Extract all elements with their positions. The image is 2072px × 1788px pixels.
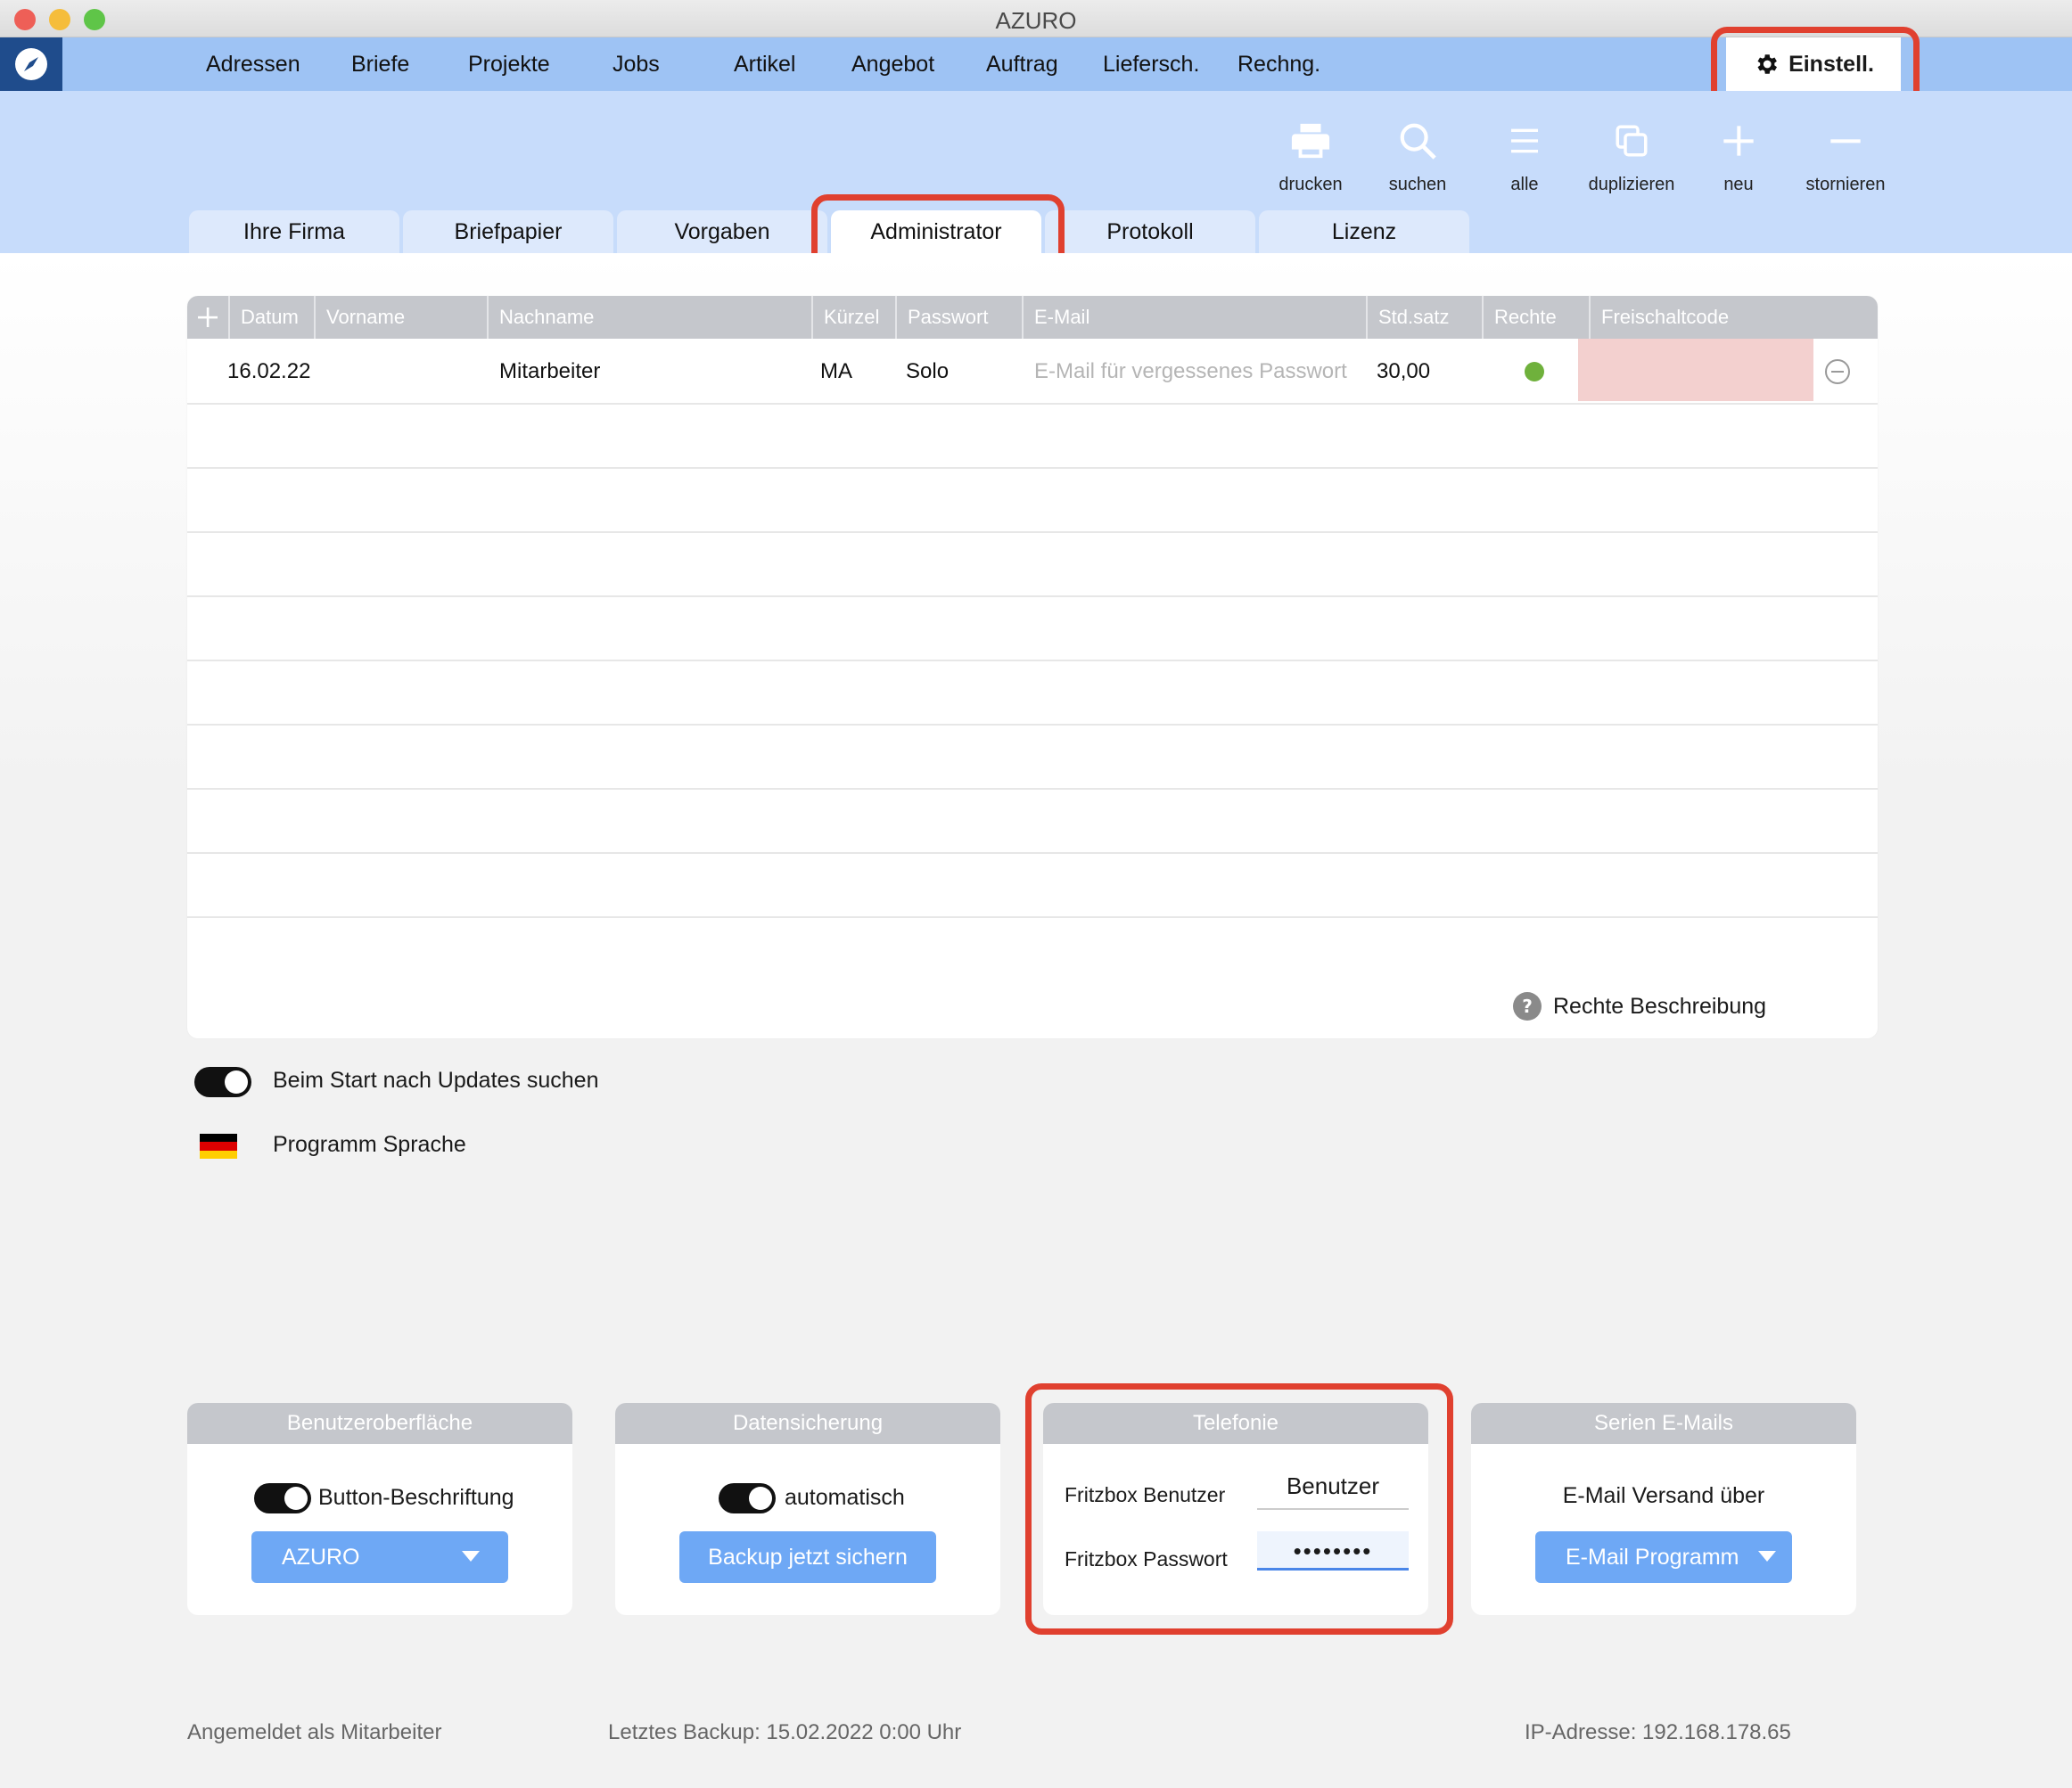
- status-logged-in: Angemeldet als Mitarbeiter: [187, 1720, 442, 1744]
- print-button[interactable]: drucken: [1257, 114, 1364, 195]
- cell-email[interactable]: E-Mail für vergessenes Passwort: [1034, 339, 1347, 405]
- search-button[interactable]: suchen: [1364, 114, 1471, 195]
- cell-datum[interactable]: 16.02.22: [227, 339, 310, 405]
- menu-item-rechnung[interactable]: Rechng.: [1237, 37, 1320, 91]
- cell-nachname[interactable]: Mitarbeiter: [499, 339, 600, 405]
- list-icon: [1511, 128, 1538, 153]
- column-header-email[interactable]: E-Mail: [1022, 296, 1366, 339]
- auto-backup-toggle[interactable]: [719, 1483, 776, 1513]
- new-button[interactable]: neu: [1685, 114, 1792, 195]
- menu-item-projekte[interactable]: Projekte: [468, 37, 550, 91]
- cell-freischaltcode[interactable]: [1578, 339, 1813, 401]
- tab-briefpapier[interactable]: Briefpapier: [403, 210, 613, 253]
- menu-item-jobs[interactable]: Jobs: [613, 37, 660, 91]
- print-icon: [1291, 123, 1330, 159]
- cancel-button[interactable]: stornieren: [1792, 114, 1899, 195]
- remove-row-button[interactable]: [1824, 358, 1851, 385]
- search-icon: [1400, 123, 1436, 160]
- cell-stdsatz[interactable]: 30,00: [1377, 339, 1430, 405]
- backup-now-button[interactable]: Backup jetzt sichern: [679, 1531, 936, 1583]
- column-header-vorname[interactable]: Vorname: [314, 296, 487, 339]
- column-header-passwort[interactable]: Passwort: [895, 296, 1022, 339]
- status-last-backup: Letztes Backup: 15.02.2022 0:00 Uhr: [608, 1720, 962, 1744]
- search-label: suchen: [1388, 175, 1447, 194]
- minus-circle-icon: [1825, 359, 1850, 384]
- ui-style-value: AZURO: [282, 1545, 360, 1570]
- cell-kuerzel[interactable]: MA: [820, 339, 852, 405]
- updates-label: Beim Start nach Updates suchen: [273, 1068, 599, 1093]
- mail-program-select[interactable]: E-Mail Programm: [1535, 1531, 1792, 1583]
- table-row[interactable]: 16.02.22 Mitarbeiter MA Solo E-Mail für …: [187, 339, 1878, 405]
- panel-title: Benutzeroberfläche: [187, 1403, 572, 1444]
- menu-item-lieferschein[interactable]: Liefersch.: [1103, 37, 1199, 91]
- minus-icon: [1830, 139, 1861, 144]
- row-divider: [187, 724, 1878, 726]
- row-divider: [187, 916, 1878, 918]
- compass-icon: [15, 48, 47, 80]
- menu-item-artikel[interactable]: Artikel: [734, 37, 795, 91]
- add-row-button[interactable]: [187, 296, 228, 339]
- cell-passwort[interactable]: Solo: [906, 339, 949, 405]
- column-header-stdsatz[interactable]: Std.satz: [1366, 296, 1482, 339]
- mail-program-value: E-Mail Programm: [1566, 1545, 1739, 1570]
- tab-vorgaben[interactable]: Vorgaben: [617, 210, 827, 253]
- rights-description-label: Rechte Beschreibung: [1553, 993, 1767, 1019]
- column-header-rechte[interactable]: Rechte: [1482, 296, 1589, 339]
- panel-title: Serien E-Mails: [1471, 1403, 1856, 1444]
- column-header-nachname[interactable]: Nachname: [487, 296, 811, 339]
- column-header-datum[interactable]: Datum: [228, 296, 314, 339]
- row-divider: [187, 852, 1878, 854]
- print-label: drucken: [1279, 175, 1343, 194]
- auto-backup-label: automatisch: [785, 1485, 905, 1510]
- telephony-highlight: [1025, 1383, 1453, 1635]
- show-all-label: alle: [1510, 175, 1539, 194]
- duplicate-button[interactable]: duplizieren: [1578, 114, 1685, 195]
- svg-text:?: ?: [1522, 996, 1533, 1017]
- tab-ihre-firma[interactable]: Ihre Firma: [189, 210, 399, 253]
- menu-item-adressen[interactable]: Adressen: [206, 37, 300, 91]
- row-divider: [187, 788, 1878, 790]
- row-divider: [187, 531, 1878, 533]
- chevron-down-icon: [462, 1551, 480, 1562]
- tab-protokoll[interactable]: Protokoll: [1045, 210, 1255, 253]
- menu-item-angebot[interactable]: Angebot: [851, 37, 934, 91]
- column-header-freischaltcode[interactable]: Freischaltcode: [1589, 296, 1878, 339]
- language-label: Programm Sprache: [273, 1132, 466, 1157]
- german-flag-icon[interactable]: [200, 1134, 237, 1159]
- row-divider: [187, 467, 1878, 469]
- row-divider: [187, 595, 1878, 597]
- column-header-kuerzel[interactable]: Kürzel: [811, 296, 895, 339]
- panel-title: Datensicherung: [615, 1403, 1000, 1444]
- menu-item-auftrag[interactable]: Auftrag: [986, 37, 1058, 91]
- status-ip-address: IP-Adresse: 192.168.178.65: [1525, 1720, 1791, 1744]
- duplicate-label: duplizieren: [1588, 175, 1675, 194]
- updates-toggle[interactable]: [194, 1067, 251, 1097]
- plus-icon: [198, 308, 218, 327]
- button-labels-toggle[interactable]: [254, 1483, 311, 1513]
- cancel-label: stornieren: [1805, 175, 1886, 194]
- panel-backup: Datensicherung automatisch Backup jetzt …: [615, 1403, 1000, 1615]
- duplicate-icon: [1616, 125, 1648, 157]
- button-labels-label: Button-Beschriftung: [318, 1485, 514, 1510]
- menu-item-briefe[interactable]: Briefe: [351, 37, 409, 91]
- row-divider: [187, 660, 1878, 661]
- mail-via-label: E-Mail Versand über: [1562, 1483, 1765, 1508]
- ui-style-select[interactable]: AZURO: [251, 1531, 508, 1583]
- panel-user-interface: Benutzeroberfläche Button-Beschriftung A…: [187, 1403, 572, 1615]
- help-icon: ?: [1513, 992, 1542, 1021]
- panel-serial-emails: Serien E-Mails E-Mail Versand über E-Mai…: [1471, 1403, 1856, 1615]
- table-header: Datum Vorname Nachname Kürzel Passwort E…: [187, 296, 1878, 339]
- row-divider: [187, 403, 1878, 405]
- app-logo[interactable]: [0, 37, 62, 91]
- new-label: neu: [1723, 175, 1754, 194]
- tab-lizenz[interactable]: Lizenz: [1259, 210, 1469, 253]
- chevron-down-icon: [1758, 1551, 1776, 1562]
- show-all-button[interactable]: alle: [1471, 114, 1578, 195]
- users-table: Datum Vorname Nachname Kürzel Passwort E…: [187, 296, 1878, 1038]
- rights-description-link[interactable]: ? Rechte Beschreibung: [1512, 991, 1766, 1021]
- rights-status-dot[interactable]: [1525, 362, 1544, 381]
- plus-icon: [1723, 126, 1754, 156]
